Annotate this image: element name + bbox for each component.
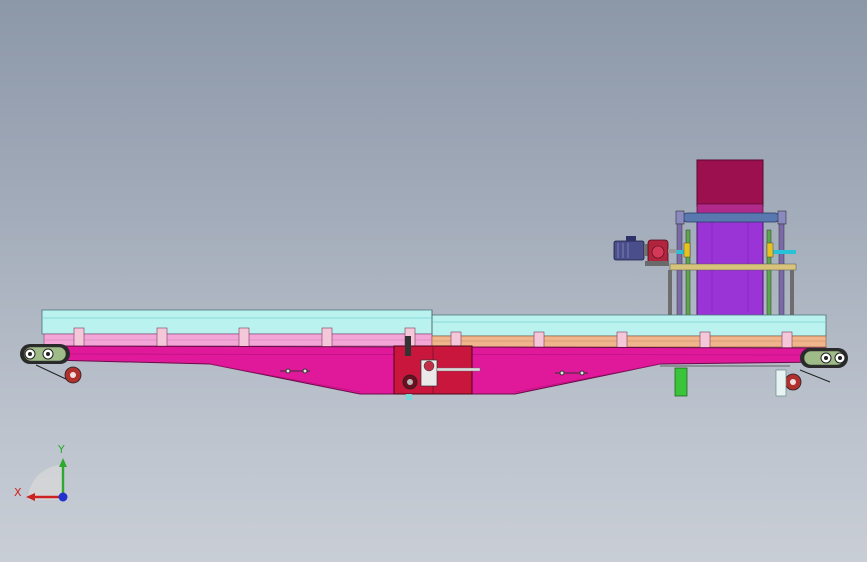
x-axis-label: X — [14, 486, 22, 499]
y-axis-label: Y — [58, 443, 65, 456]
center-drive-box[interactable] — [393, 336, 481, 400]
drive-motor[interactable] — [613, 236, 648, 261]
coordinate-triad — [26, 458, 68, 502]
hopper-band — [696, 203, 764, 215]
cad-graphics-area[interactable]: Y X — [0, 0, 867, 562]
conveyor-model[interactable] — [0, 0, 867, 562]
gear-reducer[interactable] — [645, 239, 677, 266]
hopper-top — [696, 159, 764, 207]
feed-roller[interactable] — [675, 210, 787, 225]
support-legs[interactable] — [660, 365, 790, 397]
z-axis-dot-icon — [58, 492, 68, 502]
hopper[interactable] — [696, 159, 764, 317]
